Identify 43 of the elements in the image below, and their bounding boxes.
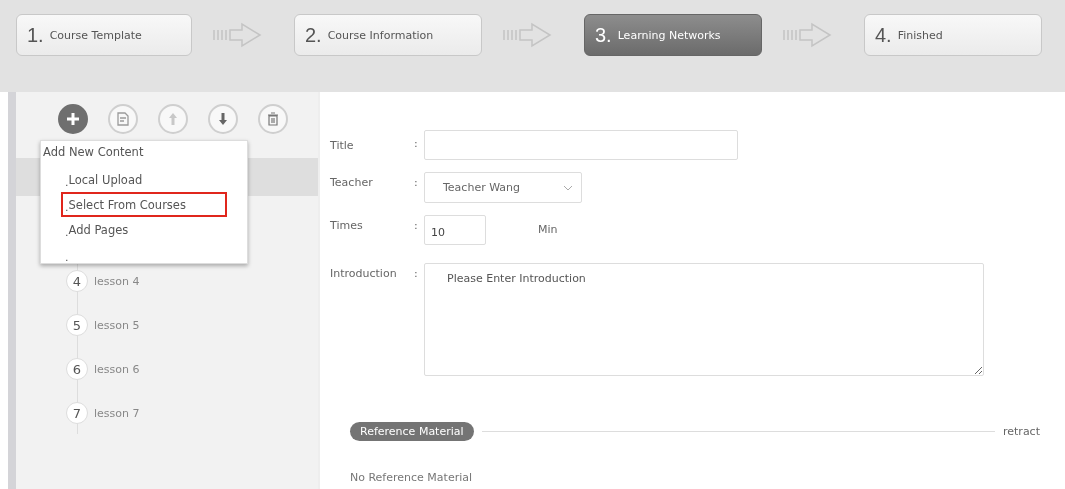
section-title: Reference Material <box>350 422 474 441</box>
menu-title: Add New Content <box>43 145 145 161</box>
colon: : <box>414 266 419 280</box>
colon: : <box>414 218 419 232</box>
colon: : <box>414 136 419 150</box>
menu-item[interactable]: .Add Pages <box>61 217 227 242</box>
times-field[interactable]: 10 <box>424 215 486 245</box>
arrow-up-icon <box>168 112 178 126</box>
edit-button[interactable] <box>108 104 138 134</box>
field-label: Title <box>330 138 355 152</box>
field-label: Introduction <box>330 266 398 280</box>
menu-item[interactable]: . <box>61 242 227 267</box>
step-tab[interactable]: 4. Finished <box>864 14 1042 56</box>
up-button[interactable] <box>158 104 188 134</box>
arrow-down-icon <box>218 112 228 126</box>
lesson-number: 5 <box>66 314 88 336</box>
retract-link[interactable]: retract <box>1003 425 1040 438</box>
empty-message: No Reference Material <box>350 471 474 484</box>
field-label: Times <box>330 218 364 232</box>
lesson-number: 7 <box>66 402 88 424</box>
step-tab[interactable]: 1. Course Template <box>16 14 192 56</box>
lesson-number: 6 <box>66 358 88 380</box>
lesson-number: 4 <box>66 270 88 292</box>
document-edit-icon <box>116 111 130 127</box>
title-field[interactable] <box>424 130 738 160</box>
step-tab[interactable]: 2. Course Information <box>294 14 482 56</box>
chevron-down-icon <box>563 184 573 191</box>
arrow-icon <box>782 22 832 48</box>
add-button[interactable] <box>58 104 88 134</box>
teacher-select[interactable]: Teacher Wang <box>424 172 582 203</box>
arrow-icon <box>502 22 552 48</box>
menu-item[interactable]: .Select From Courses <box>61 192 227 217</box>
arrow-icon <box>212 22 262 48</box>
field-label: Teacher <box>330 175 374 189</box>
step-tab[interactable]: 3. Learning Networks <box>584 14 762 56</box>
menu-item[interactable]: .Local Upload <box>61 167 227 192</box>
delete-button[interactable] <box>258 104 288 134</box>
down-button[interactable] <box>208 104 238 134</box>
unit-label: Min <box>538 222 558 236</box>
trash-icon <box>267 112 279 126</box>
plus-icon <box>66 112 80 126</box>
colon: : <box>414 175 419 189</box>
introduction-field[interactable]: Please Enter Introduction <box>424 263 984 376</box>
